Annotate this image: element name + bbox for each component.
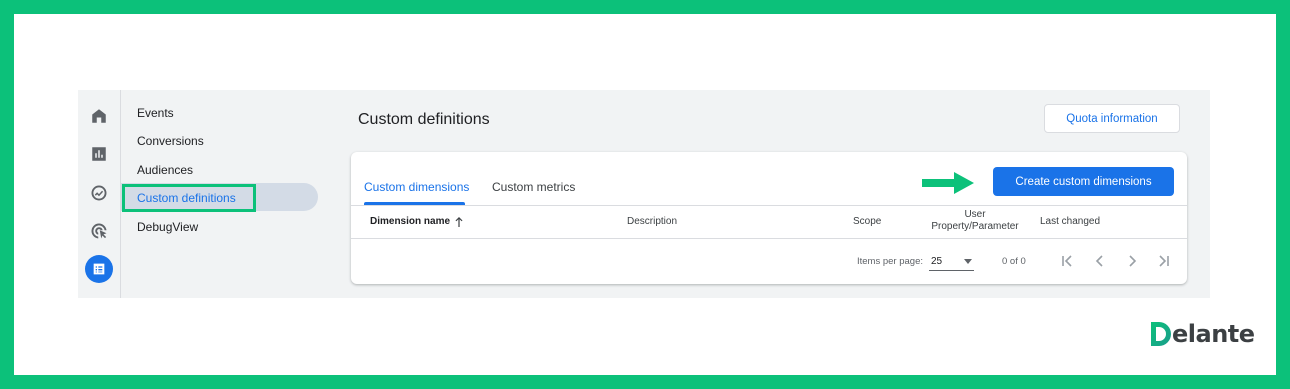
pointer-arrow-icon bbox=[922, 172, 974, 194]
column-header-scope[interactable]: Scope bbox=[853, 216, 881, 228]
advertising-icon[interactable] bbox=[87, 219, 111, 243]
sort-ascending-icon bbox=[455, 217, 463, 227]
configure-icon[interactable] bbox=[85, 255, 113, 283]
tabs-divider bbox=[351, 205, 1187, 206]
pagination-range: 0 of 0 bbox=[1002, 256, 1026, 267]
delante-logo: elante bbox=[1150, 319, 1260, 349]
highlight-box bbox=[122, 184, 256, 212]
quota-information-button[interactable]: Quota information bbox=[1044, 104, 1180, 133]
items-per-page-value: 25 bbox=[931, 256, 943, 267]
last-page-button[interactable] bbox=[1154, 252, 1172, 270]
items-per-page-label: Items per page: bbox=[857, 256, 924, 267]
previous-page-button[interactable] bbox=[1091, 252, 1109, 270]
table-header-divider bbox=[351, 238, 1187, 239]
next-page-button[interactable] bbox=[1123, 252, 1141, 270]
column-header-dimension-name[interactable]: Dimension name bbox=[370, 216, 464, 228]
first-page-button[interactable] bbox=[1059, 252, 1077, 270]
left-nav-rail bbox=[78, 90, 121, 298]
column-header-label: Dimension name bbox=[370, 216, 451, 227]
last-page-icon bbox=[1159, 255, 1169, 267]
analytics-admin-panel: Events Conversions Audiences Custom defi… bbox=[78, 90, 1210, 298]
logo-wordmark: elante bbox=[1172, 320, 1255, 348]
reports-icon[interactable] bbox=[87, 142, 111, 166]
column-header-line: Property/Parameter bbox=[931, 221, 1019, 232]
subnav-item-conversions[interactable]: Conversions bbox=[137, 133, 204, 149]
column-header-line: User bbox=[964, 209, 986, 220]
create-custom-dimensions-button[interactable]: Create custom dimensions bbox=[993, 167, 1174, 196]
items-per-page-select[interactable]: 25 bbox=[929, 253, 974, 271]
custom-definitions-card: Custom dimensions Custom metrics Create … bbox=[351, 152, 1187, 284]
explore-icon[interactable] bbox=[87, 181, 111, 205]
logo-d-mark bbox=[1151, 322, 1171, 346]
column-header-description[interactable]: Description bbox=[627, 216, 677, 228]
chevron-right-icon bbox=[1129, 255, 1137, 267]
column-header-user-property[interactable]: User Property/Parameter bbox=[931, 209, 1019, 233]
tab-custom-metrics[interactable]: Custom metrics bbox=[492, 180, 575, 194]
tab-custom-dimensions[interactable]: Custom dimensions bbox=[364, 180, 469, 194]
subnav-item-events[interactable]: Events bbox=[137, 105, 174, 121]
chevron-left-icon bbox=[1095, 255, 1103, 267]
home-icon[interactable] bbox=[87, 104, 111, 128]
configure-subnav: Events Conversions Audiences Custom defi… bbox=[121, 90, 321, 298]
subnav-item-audiences[interactable]: Audiences bbox=[137, 162, 193, 178]
chevron-down-icon bbox=[964, 259, 972, 264]
page-title: Custom definitions bbox=[358, 111, 490, 128]
subnav-item-debugview[interactable]: DebugView bbox=[137, 219, 198, 235]
first-page-icon bbox=[1062, 255, 1072, 267]
column-header-last-changed[interactable]: Last changed bbox=[1040, 216, 1100, 228]
